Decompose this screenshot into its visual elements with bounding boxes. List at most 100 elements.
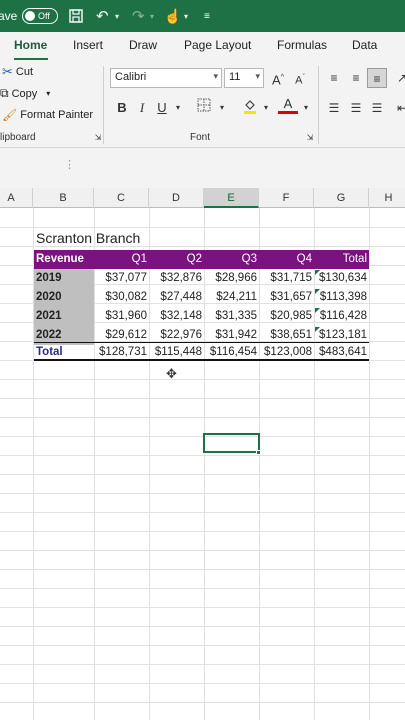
- header-q4-cell[interactable]: Q4: [259, 250, 314, 269]
- customize-qat-icon[interactable]: ≡: [204, 0, 210, 32]
- column-header-g[interactable]: G: [314, 188, 369, 208]
- clipboard-group-label: lipboard: [0, 132, 36, 143]
- font-size-select[interactable]: 11 ▾: [224, 68, 264, 88]
- bold-button[interactable]: B: [112, 98, 132, 118]
- error-indicator-icon[interactable]: [315, 270, 320, 275]
- redo-dropdown-icon[interactable]: ▾: [150, 0, 154, 32]
- italic-button[interactable]: I: [132, 98, 152, 118]
- row-2020-q1-cell[interactable]: $30,082: [94, 288, 149, 307]
- column-header-h[interactable]: H: [369, 188, 405, 208]
- increase-font-icon[interactable]: A^: [268, 68, 288, 88]
- row-2021-total-cell[interactable]: $116,428: [314, 307, 369, 326]
- row-2019-q4-cell[interactable]: $31,715: [259, 269, 314, 288]
- font-color-icon[interactable]: A: [278, 96, 298, 116]
- decrease-font-icon[interactable]: Aˇ: [290, 68, 310, 88]
- divider: [103, 66, 104, 144]
- borders-dropdown-icon[interactable]: ▾: [212, 98, 232, 118]
- align-left-icon[interactable]: ☰: [324, 98, 344, 118]
- row-2019-q2-cell[interactable]: $32,876: [149, 269, 204, 288]
- row-2020-total-cell[interactable]: $113,398: [314, 288, 369, 307]
- tab-home[interactable]: Home: [14, 38, 47, 52]
- font-group-label: Font: [190, 132, 211, 143]
- row-2021-q3-cell[interactable]: $31,335: [204, 307, 259, 326]
- column-header-b[interactable]: B: [33, 188, 94, 208]
- align-middle-icon[interactable]: ≡: [346, 68, 366, 88]
- grid-row-line: [0, 512, 405, 513]
- grid-col-line: [369, 208, 370, 720]
- indent-icon[interactable]: ⇤: [392, 98, 405, 118]
- row-2020-q3-cell[interactable]: $24,211: [204, 288, 259, 307]
- copy-label: Copy: [11, 87, 38, 100]
- touch-dropdown-icon[interactable]: ▾: [184, 0, 188, 32]
- error-indicator-icon[interactable]: [315, 308, 320, 313]
- align-top-icon[interactable]: ≡: [324, 68, 344, 88]
- row-2019-q3-cell[interactable]: $28,966: [204, 269, 259, 288]
- formula-bar-dots-icon: ⋮: [64, 159, 75, 171]
- row-2020-q4-cell[interactable]: $31,657: [259, 288, 314, 307]
- row-2021-q4-cell[interactable]: $20,985: [259, 307, 314, 326]
- row-2021-q1-cell[interactable]: $31,960: [94, 307, 149, 326]
- column-header-e[interactable]: E: [204, 188, 259, 208]
- selected-cell[interactable]: [203, 433, 260, 453]
- undo-dropdown-icon[interactable]: ▾: [115, 0, 119, 32]
- header-label-cell[interactable]: Revenue: [34, 250, 94, 269]
- row-2020-q2-cell[interactable]: $27,448: [149, 288, 204, 307]
- row-2020-label-cell[interactable]: 2020: [34, 288, 94, 307]
- touch-mode-icon[interactable]: ☝: [164, 0, 181, 32]
- header-total-cell[interactable]: Total: [314, 250, 369, 269]
- sheet-title[interactable]: Scranton Branch: [36, 227, 140, 249]
- row-2021-label-cell[interactable]: 2021: [34, 307, 94, 326]
- redo-icon[interactable]: ↷: [132, 0, 145, 32]
- header-q2-cell[interactable]: Q2: [149, 250, 204, 269]
- row-2019-q1-cell[interactable]: $37,077: [94, 269, 149, 288]
- chevron-down-icon: ▾: [255, 71, 260, 81]
- font-launcher-icon[interactable]: ⇲: [300, 128, 320, 148]
- grid-row-line: [0, 569, 405, 570]
- save-icon[interactable]: [68, 0, 84, 32]
- grid-row-line: [0, 531, 405, 532]
- format-painter-label: Format Painter: [20, 109, 93, 121]
- column-header-f[interactable]: F: [259, 188, 314, 208]
- copy-dropdown-icon: ▾: [46, 89, 51, 98]
- column-header-c[interactable]: C: [94, 188, 149, 208]
- tab-insert[interactable]: Insert: [73, 38, 103, 52]
- copy-icon: ⧉: [0, 86, 9, 100]
- grid-row-line: [0, 455, 405, 456]
- borders-icon[interactable]: [194, 98, 214, 118]
- underline-dropdown-icon[interactable]: ▾: [168, 98, 188, 118]
- copy-button[interactable]: ⧉ Copy ▾: [0, 86, 50, 101]
- tab-draw[interactable]: Draw: [129, 38, 157, 52]
- row-2019-total-cell[interactable]: $130,634: [314, 269, 369, 288]
- font-name-select[interactable]: Calibri ▾: [110, 68, 222, 88]
- orientation-icon[interactable]: ↗: [392, 68, 405, 88]
- header-q1-cell[interactable]: Q1: [94, 250, 149, 269]
- row-2021-q2-cell[interactable]: $32,148: [149, 307, 204, 326]
- divider: [318, 66, 319, 144]
- toggle-text: Off: [38, 11, 50, 21]
- font-name-value: Calibri: [115, 71, 147, 83]
- align-right-icon[interactable]: ☰: [367, 98, 387, 118]
- tab-data[interactable]: Data: [352, 38, 377, 52]
- font-color-dropdown-icon[interactable]: ▾: [296, 98, 316, 118]
- align-bottom-icon[interactable]: ≡: [367, 68, 387, 88]
- fill-dropdown-icon[interactable]: ▾: [256, 98, 276, 118]
- format-painter-button[interactable]: 🖌 Format Painter: [2, 108, 93, 122]
- align-center-icon[interactable]: ☰: [346, 98, 366, 118]
- autosave-toggle[interactable]: Off: [22, 8, 58, 24]
- cut-label: Cut: [15, 66, 34, 78]
- tab-page-layout[interactable]: Page Layout: [184, 38, 251, 52]
- spreadsheet-grid[interactable]: A B C D E F G H Scranton Branch Revenue Q…: [0, 188, 405, 720]
- row-2019-label-cell[interactable]: 2019: [34, 269, 94, 288]
- column-header-d[interactable]: D: [149, 188, 204, 208]
- undo-icon[interactable]: ↶: [96, 0, 109, 32]
- tab-formulas[interactable]: Formulas: [277, 38, 327, 52]
- title-bar: ave Off ↶ ▾ ↷ ▾ ☝ ▾ ≡: [0, 0, 405, 32]
- fill-handle[interactable]: [256, 450, 261, 455]
- error-indicator-icon[interactable]: [315, 289, 320, 294]
- error-indicator-icon[interactable]: [315, 327, 320, 332]
- grid-row-line: [0, 664, 405, 665]
- cut-button[interactable]: ✂ Cut: [2, 64, 33, 80]
- header-q3-cell[interactable]: Q3: [204, 250, 259, 269]
- clipboard-launcher-icon[interactable]: ⇲: [88, 128, 108, 148]
- column-header-a[interactable]: A: [0, 188, 33, 208]
